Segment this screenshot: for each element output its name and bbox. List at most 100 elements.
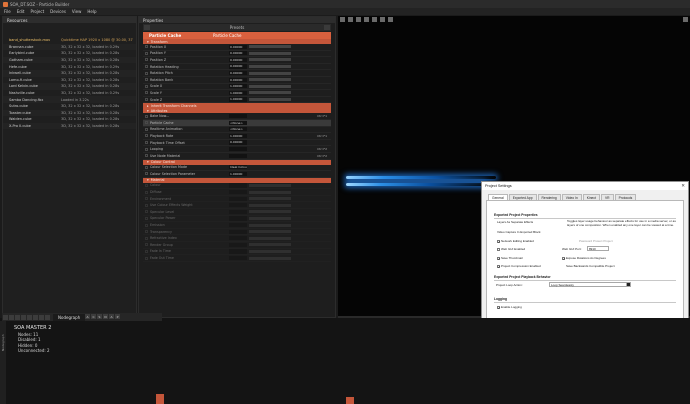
tool-c-button[interactable]: C xyxy=(91,314,96,319)
viewport-light-icon[interactable] xyxy=(364,17,369,22)
property-row[interactable]: Rotation Heading 0.00000 xyxy=(143,64,331,71)
value-slider[interactable] xyxy=(249,256,291,260)
viewport-settings-icon[interactable] xyxy=(372,17,377,22)
viewport-frame-icon[interactable] xyxy=(356,17,361,22)
enable-logging-checkbox[interactable]: ✔ Enable Logging xyxy=(497,305,522,309)
property-row[interactable]: Transparency xyxy=(143,229,331,236)
value-slider[interactable] xyxy=(249,243,291,247)
property-row[interactable]: Specular Power xyxy=(143,216,331,223)
tool-icon[interactable] xyxy=(27,314,32,320)
close-icon[interactable]: ✕ xyxy=(681,183,685,189)
property-value[interactable]: 0.00000 xyxy=(229,44,247,49)
keyframe-checkbox[interactable] xyxy=(143,114,150,118)
keyframe-checkbox[interactable] xyxy=(143,223,150,227)
password-protect-button[interactable]: Password Protect Project xyxy=(579,239,613,243)
property-row[interactable]: Colour Selection Mode Ideal Colour xyxy=(143,165,331,172)
value-slider[interactable] xyxy=(249,65,291,69)
web-gui-port-input[interactable]: 8910 xyxy=(587,246,609,251)
value-slider[interactable] xyxy=(249,84,291,88)
viewport-fullscreen-icon[interactable] xyxy=(388,17,393,22)
value-slider[interactable] xyxy=(249,216,291,220)
property-row[interactable]: Playback Time Offset 0.00000 xyxy=(143,140,331,147)
keyframe-checkbox[interactable] xyxy=(143,141,150,145)
property-row[interactable]: Specular Level xyxy=(143,209,331,216)
resource-item[interactable]: Brannan.cube 3D, 32 x 32 x 32, loaded in … xyxy=(3,43,136,51)
menu-file[interactable]: File xyxy=(4,9,11,14)
property-row[interactable]: Colour xyxy=(143,183,331,190)
value-slider[interactable] xyxy=(249,197,291,201)
resource-item[interactable]: Toaster.cube 3D, 32 x 32 x 32, loaded in … xyxy=(3,109,136,117)
property-value[interactable] xyxy=(229,196,247,201)
keyframe-checkbox[interactable] xyxy=(143,243,150,247)
value-slider[interactable] xyxy=(249,58,291,62)
tool-icon[interactable] xyxy=(33,314,38,320)
viewport-grid-icon[interactable] xyxy=(348,17,353,22)
value-slider[interactable] xyxy=(249,210,291,214)
property-value[interactable]: 1.00000 xyxy=(229,171,247,176)
viewport-view-icon[interactable] xyxy=(380,17,385,22)
keyframe-checkbox[interactable] xyxy=(143,134,150,138)
preset-prev-icon[interactable] xyxy=(144,25,150,30)
property-value[interactable]: 0.00000 xyxy=(229,140,247,145)
property-row[interactable]: Fade In Time xyxy=(143,249,331,256)
keyframe-checkbox[interactable] xyxy=(143,78,150,82)
keyframe-checkbox[interactable] xyxy=(143,203,150,207)
property-row[interactable]: Rotation Bank 0.00000 xyxy=(143,77,331,84)
viewport-close-icon[interactable] xyxy=(683,17,688,22)
keyframe-checkbox[interactable] xyxy=(143,197,150,201)
resource-item[interactable]: Lord Kelvin.cube 3D, 32 x 32 x 32, loaded… xyxy=(3,83,136,90)
property-value[interactable]: <None> xyxy=(229,127,247,132)
property-value[interactable]: Ideal Colour xyxy=(229,165,247,170)
keyframe-checkbox[interactable] xyxy=(143,98,150,102)
property-value[interactable]: 0.00000 xyxy=(229,57,247,63)
resource-item[interactable]: Samba Dancing.fbx Loaded in 3.22s xyxy=(3,96,136,103)
property-value[interactable] xyxy=(229,222,247,228)
property-value[interactable]: 0.00000 xyxy=(229,77,247,82)
value-slider[interactable] xyxy=(249,183,291,187)
keyframe-checkbox[interactable] xyxy=(143,172,150,176)
property-row[interactable]: Rotation Pitch 0.00000 xyxy=(143,70,331,77)
keyframe-checkbox[interactable] xyxy=(143,154,150,158)
value-slider[interactable] xyxy=(249,223,291,227)
property-value[interactable]: 1.00000 xyxy=(229,97,247,102)
keyframe-checkbox[interactable] xyxy=(143,121,150,125)
tool-n-button[interactable]: N xyxy=(103,314,108,319)
property-row[interactable]: Scale Y 1.00000 xyxy=(143,90,331,97)
property-value[interactable]: 1.00000 xyxy=(229,90,247,96)
property-value[interactable]: 0.00000 xyxy=(229,64,247,69)
property-value[interactable]: 0.00000 xyxy=(229,71,247,76)
menu-edit[interactable]: Edit xyxy=(17,9,25,14)
value-slider[interactable] xyxy=(249,51,291,55)
keyframe-checkbox[interactable] xyxy=(143,127,150,131)
property-value[interactable] xyxy=(229,147,247,152)
keyframe-checkbox[interactable] xyxy=(143,183,150,187)
property-value[interactable] xyxy=(229,209,247,214)
property-value[interactable] xyxy=(229,183,247,188)
keyframe-checkbox[interactable] xyxy=(143,249,150,253)
tool-icon[interactable] xyxy=(39,314,44,320)
property-row[interactable]: Environment xyxy=(143,196,331,203)
property-row[interactable]: Playback Rate 1.00000 Ctrl F1 xyxy=(143,133,331,140)
property-value[interactable] xyxy=(229,229,247,234)
value-slider[interactable] xyxy=(249,236,291,240)
property-row[interactable]: Looping Ctrl F2 xyxy=(143,146,331,153)
property-value[interactable] xyxy=(229,255,247,261)
keyframe-checkbox[interactable] xyxy=(143,65,150,69)
network-editing-checkbox[interactable]: ✔ Network Editing Enabled xyxy=(497,239,534,243)
keyframe-checkbox[interactable] xyxy=(143,51,150,55)
resource-item[interactable]: band_shutterstock.mov Quicktime HAP 1920 … xyxy=(3,37,136,44)
property-row[interactable]: Particle Cache <None> xyxy=(143,119,331,127)
value-slider[interactable] xyxy=(249,91,291,95)
property-row[interactable]: Refractive Index xyxy=(143,235,331,243)
property-row[interactable]: Bake Now... Ctrl F1 xyxy=(143,113,331,120)
keyframe-checkbox[interactable] xyxy=(143,236,150,240)
value-slider[interactable] xyxy=(249,78,291,82)
property-value[interactable]: 1.00000 xyxy=(229,84,247,89)
save-thumbnail-checkbox[interactable]: ✔ Save Thumbnail xyxy=(497,256,523,260)
keyframe-checkbox[interactable] xyxy=(143,147,150,151)
property-row[interactable]: Position Y 0.00000 xyxy=(143,51,331,58)
tool-s-button[interactable]: S xyxy=(97,314,102,319)
save-backwards-button[interactable]: Save Backwards Compatible Project xyxy=(566,264,615,268)
property-value[interactable] xyxy=(229,216,247,221)
expose-rotations-checkbox[interactable]: ✔ Expose Rotations As Degrees xyxy=(562,256,606,260)
